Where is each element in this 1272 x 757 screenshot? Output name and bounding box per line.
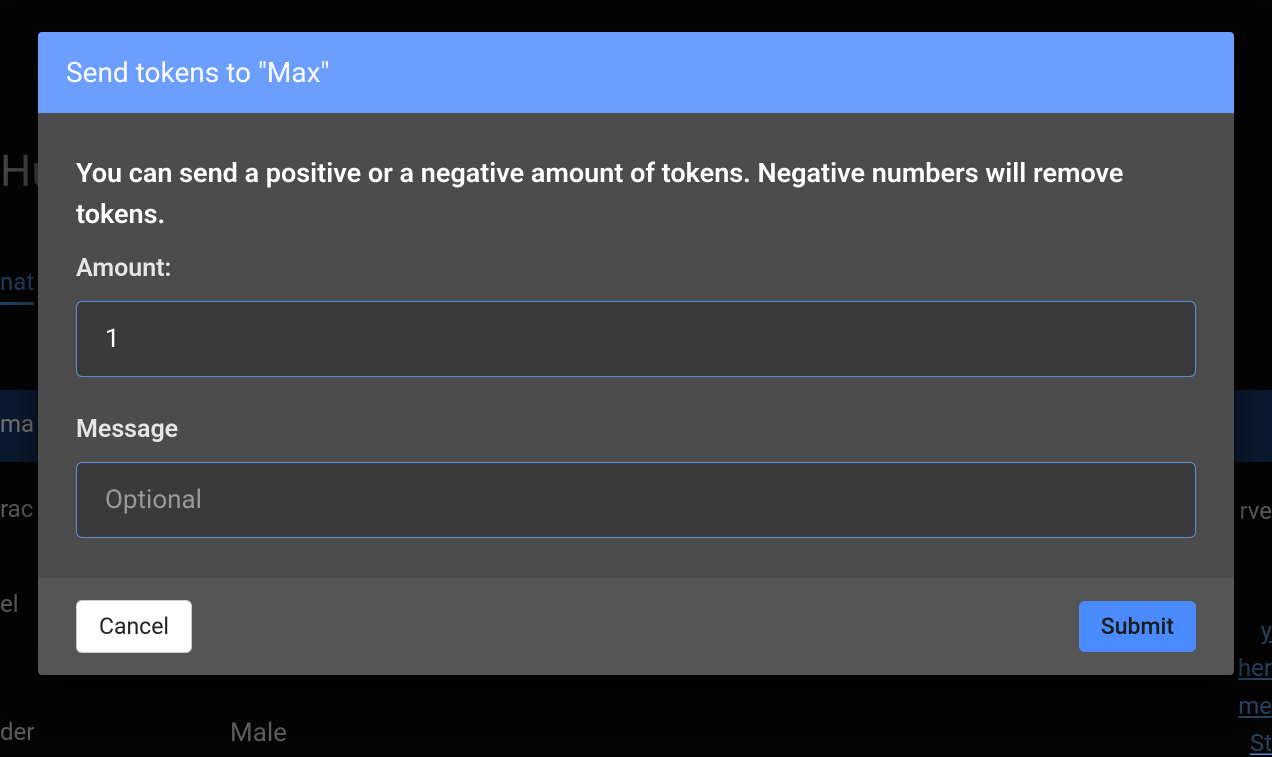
amount-input[interactable] bbox=[76, 301, 1196, 377]
submit-button[interactable]: Submit bbox=[1079, 601, 1196, 652]
modal-description: You can send a positive or a negative am… bbox=[76, 153, 1196, 234]
modal-body: You can send a positive or a negative am… bbox=[38, 113, 1234, 578]
modal-title: Send tokens to "Max" bbox=[66, 56, 1206, 89]
message-label: Message bbox=[76, 415, 1196, 444]
modal-footer: Cancel Submit bbox=[38, 578, 1234, 675]
amount-form-group: Amount: bbox=[76, 254, 1196, 377]
amount-label: Amount: bbox=[76, 254, 1196, 283]
message-form-group: Message bbox=[76, 415, 1196, 538]
cancel-button[interactable]: Cancel bbox=[76, 600, 192, 653]
send-tokens-modal: Send tokens to "Max" You can send a posi… bbox=[38, 32, 1234, 675]
modal-header: Send tokens to "Max" bbox=[38, 32, 1234, 113]
message-input[interactable] bbox=[76, 462, 1196, 538]
